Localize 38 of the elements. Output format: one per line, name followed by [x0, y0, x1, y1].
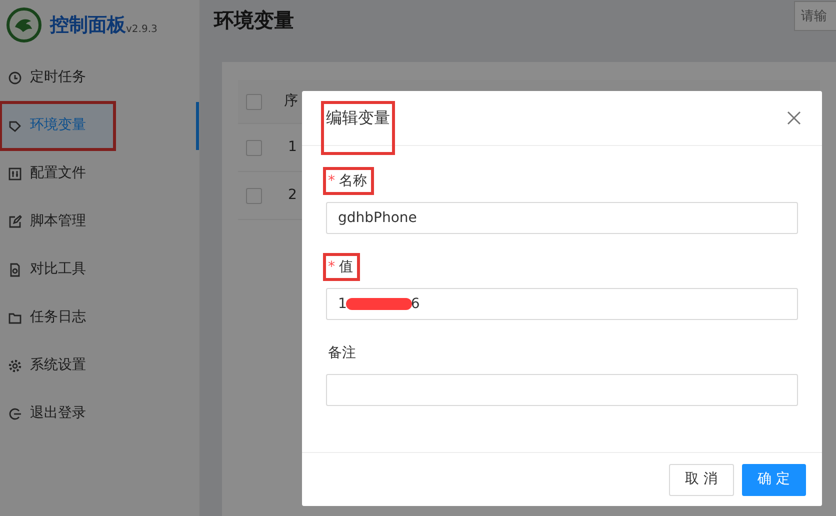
- folder-icon: [8, 310, 22, 324]
- sidebar-item[interactable]: 对比工具: [0, 246, 199, 294]
- sidebar-item[interactable]: 定时任务: [0, 54, 199, 102]
- search-field[interactable]: 请输: [794, 1, 836, 31]
- sidebar-item[interactable]: 脚本管理: [0, 198, 199, 246]
- logo-icon: [6, 7, 42, 43]
- document-icon: [8, 262, 22, 276]
- column-header: 序: [284, 92, 298, 111]
- page-title: 环境变量: [214, 8, 294, 32]
- dialog-title: 编辑变量: [324, 104, 392, 152]
- field-label: 备注: [327, 344, 357, 363]
- cancel-button[interactable]: 取 消: [669, 464, 734, 496]
- logout-icon: [8, 406, 22, 420]
- table-cell-text: 2: [288, 186, 297, 205]
- close-button[interactable]: [786, 110, 802, 126]
- sliders-icon: [8, 166, 22, 180]
- field-label: * 值: [326, 256, 357, 278]
- edit-icon: [8, 214, 22, 228]
- sidebar-item[interactable]: 任务日志: [0, 294, 199, 342]
- clock-icon: [8, 70, 22, 84]
- brand-title: 控制面板: [50, 12, 126, 38]
- selection-bar: [196, 102, 199, 150]
- redaction-scribble: [346, 298, 412, 310]
- row-checkbox[interactable]: [246, 188, 262, 204]
- gear-icon: [8, 358, 22, 372]
- header-checkbox[interactable]: [246, 94, 262, 110]
- table-cell-text: 1: [288, 138, 297, 157]
- field-label: * 名称: [326, 170, 371, 192]
- version-label: v2.9.3: [126, 22, 158, 36]
- sidebar-item[interactable]: 退出登录: [0, 390, 199, 438]
- confirm-button[interactable]: 确 定: [742, 464, 806, 496]
- row-checkbox[interactable]: [246, 140, 262, 156]
- input-field[interactable]: gdhbPhone: [326, 202, 798, 234]
- input-field[interactable]: [326, 374, 798, 406]
- tag-icon: [8, 118, 22, 132]
- sidebar-item[interactable]: 系统设置: [0, 342, 199, 390]
- sidebar-item[interactable]: 配置文件: [0, 150, 199, 198]
- input-field[interactable]: 1 6: [326, 288, 798, 320]
